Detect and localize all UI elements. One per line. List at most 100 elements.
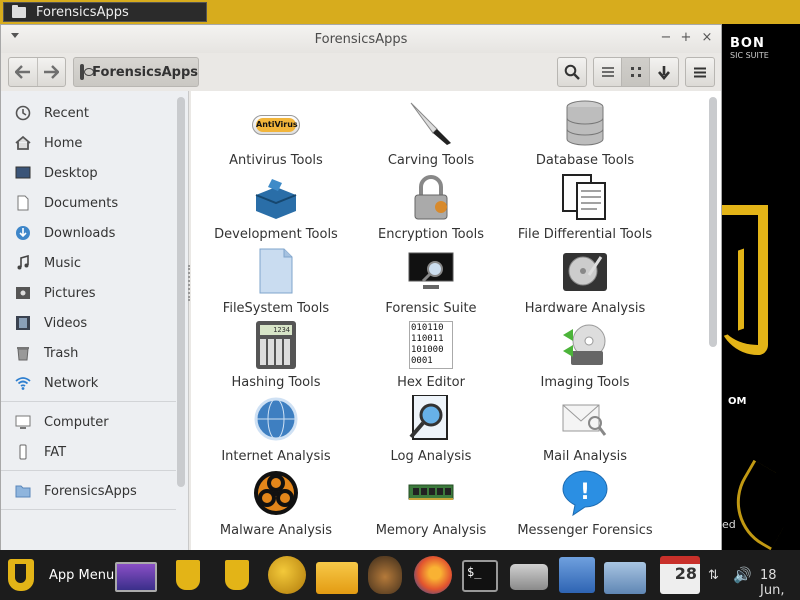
close-button[interactable]: ×: [699, 30, 715, 46]
list-view-button[interactable]: [593, 57, 622, 87]
folder-item-hashing-tools[interactable]: 1234 Hashing Tools: [201, 321, 351, 395]
folder-item-carving-tools[interactable]: Carving Tools: [356, 99, 506, 173]
folder-item-hardware-analysis[interactable]: Hardware Analysis: [510, 247, 660, 321]
sidebar-item-label: Downloads: [44, 225, 116, 241]
log-magnifier-icon: [407, 394, 455, 443]
folder-item-filesystem-tools[interactable]: FileSystem Tools: [201, 247, 351, 321]
window-title: ForensicsApps: [314, 32, 408, 47]
home-folder-icon[interactable]: [604, 562, 646, 594]
home-icon: [15, 135, 31, 151]
sidebar-item-trash[interactable]: Trash: [1, 339, 176, 367]
wifi-icon: [15, 375, 31, 391]
toolbox-icon: [252, 173, 300, 221]
sidebar-item-label: FAT: [44, 444, 67, 460]
folder-item-forensic-suite[interactable]: Forensic Suite: [356, 247, 506, 321]
folder-item-malware-analysis[interactable]: Malware Analysis: [201, 469, 351, 543]
file-view-scrollbar[interactable]: [709, 97, 717, 347]
sidebar-item-videos[interactable]: Videos: [1, 309, 176, 337]
pictures-icon: [15, 285, 31, 301]
sort-button[interactable]: [649, 57, 679, 87]
ram-icon: [407, 469, 455, 517]
grid-view-icon: [630, 67, 641, 77]
disc-imaging-icon: [561, 321, 609, 369]
taskbar-window-button[interactable]: ForensicsApps: [3, 2, 207, 22]
search-button[interactable]: [557, 57, 587, 87]
hard-drive-icon: [561, 247, 609, 295]
folder-item-label: Carving Tools: [387, 153, 475, 168]
monitor-magnifier-icon: [407, 247, 455, 295]
sidebar-item-label: ForensicsApps: [44, 483, 137, 499]
clock-label[interactable]: 18 Jun,: [760, 568, 800, 598]
folder-item-mail-analysis[interactable]: Mail Analysis: [510, 395, 660, 469]
file-manager-window: ForensicsApps − + × ForensicsApps Recent…: [0, 24, 722, 555]
folder-item-label: Encryption Tools: [378, 227, 484, 242]
sidebar: Recent Home Desktop Documents Downloads Music…: [1, 91, 189, 555]
sidebar-item-desktop[interactable]: Desktop: [1, 159, 176, 187]
sidebar-item-network[interactable]: Network: [1, 369, 176, 397]
shield-icon[interactable]: [225, 560, 249, 590]
text-editor-icon[interactable]: [559, 557, 595, 593]
folder-icon: [12, 4, 26, 18]
video-icon: [15, 315, 31, 331]
folder-item-label: FileSystem Tools: [222, 301, 330, 316]
folder-item-label: Log Analysis: [390, 449, 472, 464]
sidebar-item-home[interactable]: Home: [1, 129, 176, 157]
sidebar-separator: [1, 470, 176, 471]
folder-item-messenger-forensics[interactable]: ! Messenger Forensics: [510, 469, 660, 543]
folder-item-database-tools[interactable]: Database Tools: [510, 99, 660, 173]
folder-item-memory-analysis[interactable]: Memory Analysis: [356, 469, 506, 543]
minimize-button[interactable]: −: [658, 30, 674, 46]
folder-item-label: Hex Editor: [397, 375, 465, 390]
sidebar-item-forensicsapps[interactable]: ForensicsApps: [1, 477, 176, 505]
music-icon: [15, 255, 31, 271]
folder-item-encryption-tools[interactable]: Encryption Tools: [356, 173, 506, 247]
folder-item-antivirus-tools[interactable]: AntiVirus Antivirus Tools: [201, 99, 351, 173]
shield-globe-icon[interactable]: [268, 556, 306, 594]
sidebar-item-recent[interactable]: Recent: [1, 99, 176, 127]
dog-icon[interactable]: [368, 556, 402, 594]
folder-item-internet-analysis[interactable]: Internet Analysis: [201, 395, 351, 469]
document-icon: [15, 195, 31, 211]
sidebar-item-documents[interactable]: Documents: [1, 189, 176, 217]
app-menu-button[interactable]: App Menu: [8, 559, 114, 591]
folder-item-hex-editor[interactable]: 010110 110011 101000 0001 Hex Editor: [356, 321, 506, 395]
chat-bubble-icon: !: [561, 469, 609, 517]
sidebar-scrollbar[interactable]: [177, 97, 185, 487]
search-icon: [564, 64, 580, 80]
download-icon: [15, 225, 31, 241]
calendar-clock-icon[interactable]: 28: [660, 556, 700, 594]
terminal-icon[interactable]: $_: [462, 560, 498, 592]
folder-item-log-analysis[interactable]: Log Analysis: [356, 394, 506, 469]
folder-item-label: Memory Analysis: [375, 523, 487, 538]
network-arrows-icon[interactable]: ⇅: [708, 568, 719, 583]
icon-view-button[interactable]: [621, 57, 650, 87]
desktop-partial-text: ed: [722, 518, 736, 531]
sidebar-separator: [1, 401, 176, 402]
folder-item-label: Messenger Forensics: [517, 523, 653, 538]
file-view: AntiVirus Antivirus Tools Carving Tools Dat…: [191, 91, 721, 555]
sidebar-item-pictures[interactable]: Pictures: [1, 279, 176, 307]
folder-item-file-differential-tools[interactable]: File Differential Tools: [510, 173, 660, 247]
folder-item-imaging-tools[interactable]: Imaging Tools: [510, 321, 660, 395]
back-button[interactable]: [9, 58, 37, 86]
forward-button[interactable]: [36, 58, 65, 86]
folder-item-development-tools[interactable]: Development Tools: [201, 173, 351, 247]
menu-button[interactable]: [685, 57, 715, 87]
clock-icon: [15, 105, 31, 121]
folder-icon[interactable]: [316, 562, 358, 594]
sidebar-item-fat[interactable]: FAT: [1, 438, 176, 466]
folder-item-label: File Differential Tools: [517, 227, 653, 242]
camera-icon[interactable]: [510, 564, 548, 590]
volume-icon[interactable]: 🔊: [733, 566, 752, 584]
firefox-icon[interactable]: [414, 556, 452, 594]
sidebar-item-label: Recent: [44, 105, 89, 121]
sidebar-item-label: Computer: [44, 414, 109, 430]
sidebar-item-computer[interactable]: Computer: [1, 408, 176, 436]
sidebar-item-music[interactable]: Music: [1, 249, 176, 277]
shield-icon[interactable]: [176, 560, 200, 590]
window-titlebar[interactable]: ForensicsApps − + ×: [1, 25, 721, 53]
sidebar-item-downloads[interactable]: Downloads: [1, 219, 176, 247]
maximize-button[interactable]: +: [678, 30, 694, 46]
path-bar-button[interactable]: ForensicsApps: [73, 57, 199, 87]
monitor-icon[interactable]: [115, 562, 157, 592]
